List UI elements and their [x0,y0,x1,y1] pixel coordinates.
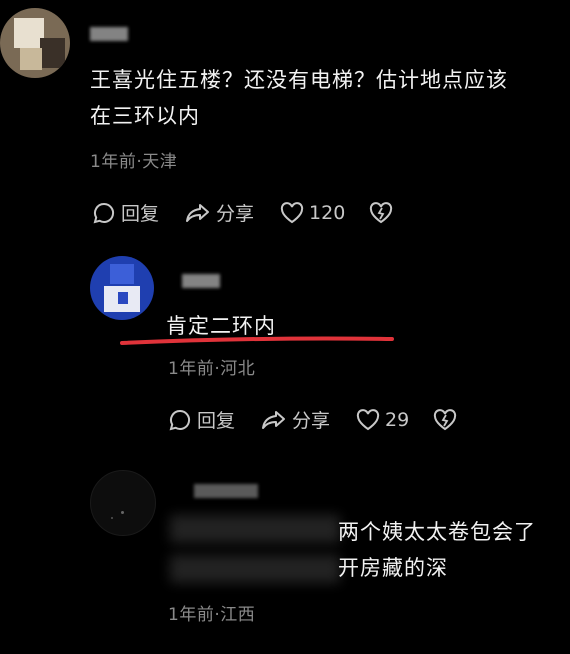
avatar-pixel-block [40,38,65,68]
share-label: 分享 [292,410,331,432]
like-count: 120 [309,201,346,224]
comment-meta: 1年前·天津 [90,152,178,172]
reply-label: 回复 [197,410,236,432]
share-arrow-icon [262,410,286,429]
heart-icon [356,408,380,430]
avatar-pixel-block [20,48,42,70]
reply-button[interactable]: 回复 [168,406,235,433]
reply-label: 回复 [121,203,160,225]
avatar[interactable] [90,470,156,536]
comment-text: 两个姨太太卷包会了 开房藏的深 [338,514,536,586]
comment-text: 王喜光住五楼？还没有电梯？估计地点应该 在三环以内 [90,62,508,134]
like-button[interactable]: 120 [280,202,345,224]
heart-icon [280,201,304,223]
comment-line: 开房藏的深 [338,556,448,580]
comment-line: 在三环以内 [90,104,200,128]
username-redacted[interactable] [182,274,220,288]
comment-meta: 1年前·河北 [168,359,256,379]
comment-line: 两个姨太太卷包会了 [338,520,536,544]
dislike-button[interactable] [433,408,462,431]
comment-line: 王喜光住五楼？还没有电梯？估计地点应该 [90,68,508,92]
like-count: 29 [385,408,410,431]
redacted-text-block [170,555,340,583]
comment-bubble-icon [169,409,191,430]
comment-bubble-icon [93,202,115,223]
avatar-pixel-block [118,292,128,304]
avatar-dot [111,517,113,519]
avatar-dot [121,511,124,514]
redacted-text-block [170,515,340,543]
avatar-pixel-block [110,264,134,284]
share-arrow-icon [186,203,210,222]
broken-heart-icon [434,408,457,430]
reply-button[interactable]: 回复 [92,199,159,226]
share-button[interactable]: 分享 [185,199,254,226]
share-label: 分享 [216,203,255,225]
share-button[interactable]: 分享 [261,406,330,433]
comment-actions: 回复 分享 29 [168,406,488,433]
username-redacted[interactable] [90,27,128,41]
red-underline [120,336,394,345]
dislike-button[interactable] [369,201,398,224]
like-button[interactable]: 29 [356,409,409,431]
avatar[interactable] [0,8,70,78]
comment-actions: 回复 分享 120 [92,199,424,226]
avatar[interactable] [90,256,154,320]
username-redacted[interactable] [194,484,258,498]
broken-heart-icon [370,201,393,223]
comment-meta: 1年前·江西 [168,605,256,625]
